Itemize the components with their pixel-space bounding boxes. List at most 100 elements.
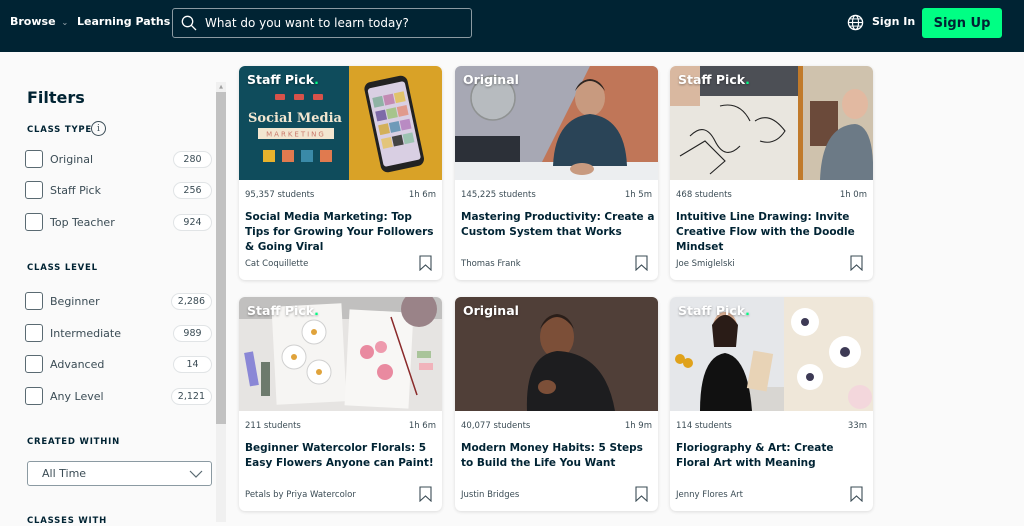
class-type-badge: Staff Pick. <box>678 303 750 318</box>
count-badge: 989 <box>173 324 212 342</box>
filter-label: Any Level <box>50 389 104 403</box>
class-card[interactable]: Staff Pick. 114 students 33m Floriograph… <box>670 297 873 511</box>
class-card[interactable]: Social Media MARKETING Staff Pick. 95,35… <box>239 66 442 280</box>
checkbox[interactable] <box>25 387 43 405</box>
search-input[interactable] <box>205 16 465 30</box>
teacher-name[interactable]: Thomas Frank <box>461 259 521 269</box>
checkbox[interactable] <box>25 181 43 199</box>
classes-with-label: CLASSES WITH <box>27 516 108 526</box>
checkbox[interactable] <box>25 324 43 342</box>
teacher-name[interactable]: Joe Smiglelski <box>676 259 735 269</box>
chevron-down-icon <box>189 470 203 478</box>
class-card[interactable]: Staff Pick. 468 students 1h 0m Intuitive… <box>670 66 873 280</box>
sign-up-button[interactable]: Sign Up <box>922 8 1002 38</box>
teacher-name[interactable]: Cat Coquillette <box>245 259 308 269</box>
filter-advanced[interactable]: Advanced 14 <box>25 354 212 374</box>
teacher-name[interactable]: Petals by Priya Watercolor <box>245 490 356 500</box>
filter-any-level[interactable]: Any Level 2,121 <box>25 386 212 406</box>
filter-label: Intermediate <box>50 326 121 340</box>
class-type-badge: Staff Pick. <box>247 72 319 87</box>
bookmark-icon[interactable] <box>850 255 863 271</box>
class-card[interactable]: Staff Pick. 211 students 1h 6m Beginner … <box>239 297 442 511</box>
class-title[interactable]: Social Media Marketing: Top Tips for Gro… <box>245 210 439 255</box>
bookmark-icon[interactable] <box>419 255 432 271</box>
class-title[interactable]: Modern Money Habits: 5 Steps to Build th… <box>461 441 655 471</box>
class-type-badge: Original <box>463 72 519 87</box>
filter-intermediate[interactable]: Intermediate 989 <box>25 323 212 343</box>
class-title[interactable]: Mastering Productivity: Create a Custom … <box>461 210 655 240</box>
class-duration: 1h 0m <box>839 190 867 200</box>
browse-menu[interactable]: Browse ⌄ <box>10 15 68 28</box>
class-type-badge: Original <box>463 303 519 318</box>
class-type-badge: Staff Pick. <box>247 303 319 318</box>
filter-label: Beginner <box>50 294 100 308</box>
class-duration: 33m <box>847 421 867 431</box>
top-nav: Browse ⌄ Learning Paths Sign In Sign Up <box>0 0 1024 52</box>
class-meta: 95,357 students 1h 6m <box>245 190 436 200</box>
checkbox[interactable] <box>25 150 43 168</box>
count-badge: 280 <box>173 150 212 168</box>
bookmark-icon[interactable] <box>419 486 432 502</box>
student-count: 40,077 students <box>461 421 531 431</box>
bookmark-icon[interactable] <box>635 255 648 271</box>
learning-paths-link[interactable]: Learning Paths <box>77 15 170 28</box>
class-title[interactable]: Floriography & Art: Create Floral Art wi… <box>676 441 870 471</box>
thumbnail-text: Social Media <box>248 111 342 126</box>
class-duration: 1h 6m <box>408 421 436 431</box>
student-count: 145,225 students <box>461 190 536 200</box>
filter-beginner[interactable]: Beginner 2,286 <box>25 291 212 311</box>
class-thumbnail: Original <box>455 66 658 180</box>
class-thumbnail: Staff Pick. <box>239 297 442 411</box>
checkbox[interactable] <box>25 355 43 373</box>
sign-in-link[interactable]: Sign In <box>872 15 915 28</box>
class-title[interactable]: Beginner Watercolor Florals: 5 Easy Flow… <box>245 441 439 471</box>
class-meta: 145,225 students 1h 5m <box>461 190 652 200</box>
sidebar-scrollbar-thumb[interactable] <box>216 92 226 424</box>
filter-original[interactable]: Original 280 <box>25 149 212 169</box>
count-badge: 924 <box>173 213 212 231</box>
chevron-down-icon: ⌄ <box>61 18 69 27</box>
filters-title: Filters <box>27 88 85 107</box>
info-icon[interactable]: i <box>91 121 106 136</box>
class-thumbnail: Staff Pick. <box>670 66 873 180</box>
class-meta: 40,077 students 1h 9m <box>461 421 652 431</box>
scroll-up-arrow[interactable]: ▲ <box>216 82 226 92</box>
class-thumbnail: Original <box>455 297 658 411</box>
select-value: All Time <box>42 467 87 480</box>
teacher-name[interactable]: Jenny Flores Art <box>676 490 743 500</box>
class-duration: 1h 9m <box>624 421 652 431</box>
thumbnail-subtext: MARKETING <box>266 131 326 139</box>
search-box[interactable] <box>172 8 472 38</box>
bookmark-icon[interactable] <box>635 486 648 502</box>
count-badge: 256 <box>173 181 212 199</box>
student-count: 114 students <box>676 421 732 431</box>
filter-top-teacher[interactable]: Top Teacher 924 <box>25 212 212 232</box>
filter-label: Top Teacher <box>50 215 115 229</box>
class-meta: 468 students 1h 0m <box>676 190 867 200</box>
class-card[interactable]: Original 40,077 students 1h 9m Modern Mo… <box>455 297 658 511</box>
filters-sidebar: Filters CLASS TYPE i Original 280 Staff … <box>0 52 228 526</box>
filter-staff-pick[interactable]: Staff Pick 256 <box>25 180 212 200</box>
student-count: 468 students <box>676 190 732 200</box>
teacher-name[interactable]: Justin Bridges <box>461 490 519 500</box>
globe-icon[interactable] <box>847 14 864 31</box>
class-title[interactable]: Intuitive Line Drawing: Invite Creative … <box>676 210 870 255</box>
checkbox[interactable] <box>25 292 43 310</box>
created-within-select[interactable]: All Time <box>27 461 212 486</box>
count-badge: 14 <box>173 355 212 373</box>
bookmark-icon[interactable] <box>850 486 863 502</box>
checkbox[interactable] <box>25 213 43 231</box>
filter-label: Advanced <box>50 357 105 371</box>
browse-label: Browse <box>10 15 56 28</box>
created-within-label: CREATED WITHIN <box>27 437 121 447</box>
search-icon <box>181 15 197 31</box>
class-duration: 1h 6m <box>408 190 436 200</box>
class-card[interactable]: Original 145,225 students 1h 5m Masterin… <box>455 66 658 280</box>
filter-label: Original <box>50 152 94 166</box>
class-thumbnail: Staff Pick. <box>670 297 873 411</box>
student-count: 95,357 students <box>245 190 315 200</box>
count-badge: 2,121 <box>170 387 212 405</box>
class-thumbnail: Social Media MARKETING Staff Pick. <box>239 66 442 180</box>
count-badge: 2,286 <box>170 292 212 310</box>
class-level-label: CLASS LEVEL <box>27 263 98 273</box>
